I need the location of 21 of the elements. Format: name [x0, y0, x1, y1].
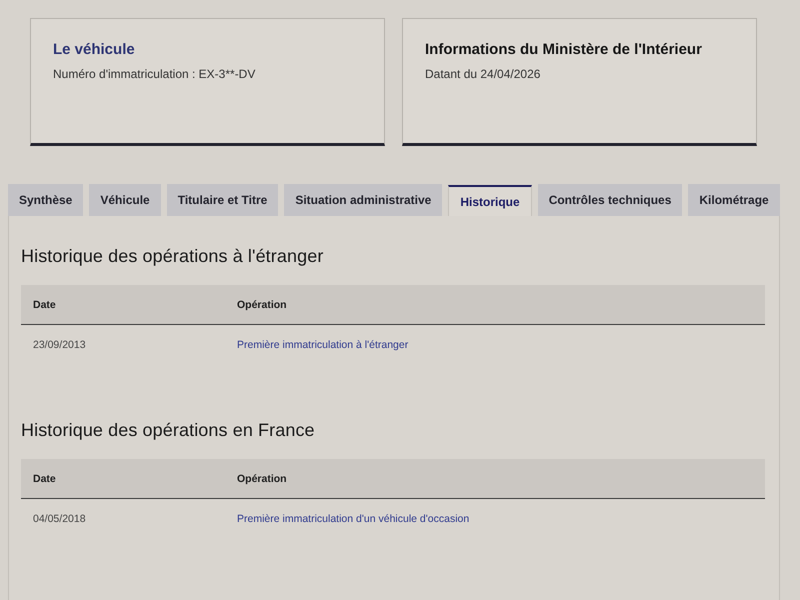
column-header: Date	[21, 285, 225, 324]
tab[interactable]: Kilométrage	[688, 184, 780, 216]
date-cell: 23/09/2013	[21, 324, 225, 365]
operation-link[interactable]: Première immatriculation à l'étranger	[237, 339, 408, 351]
card-title: Le véhicule	[53, 41, 136, 58]
card-title: Informations du Ministère de l'Intérieur	[425, 41, 703, 58]
operation-link[interactable]: Première immatriculation d'un véhicule d'occasion	[237, 513, 470, 525]
tab[interactable]: Synthèse	[8, 184, 84, 216]
tab[interactable]: Véhicule	[89, 184, 161, 216]
tab[interactable]: Titulaire et Titre	[166, 184, 278, 216]
tab[interactable]: Historique	[448, 185, 532, 216]
card-text: Numéro d'immatriculation : EX-3**-DV	[53, 67, 256, 81]
column-header: Opération	[225, 285, 765, 324]
date-cell: 04/05/2018	[21, 498, 225, 539]
tab[interactable]: Contrôles techniques	[538, 184, 682, 216]
card-text: Datant du 24/04/2026	[425, 67, 542, 81]
column-header: Date	[21, 459, 225, 498]
section-heading: Historique des opérations en France	[21, 420, 316, 441]
section-heading: Historique des opérations à l'étranger	[21, 246, 324, 267]
tab[interactable]: Situation administrative	[284, 184, 442, 216]
column-header: Opération	[225, 459, 765, 498]
